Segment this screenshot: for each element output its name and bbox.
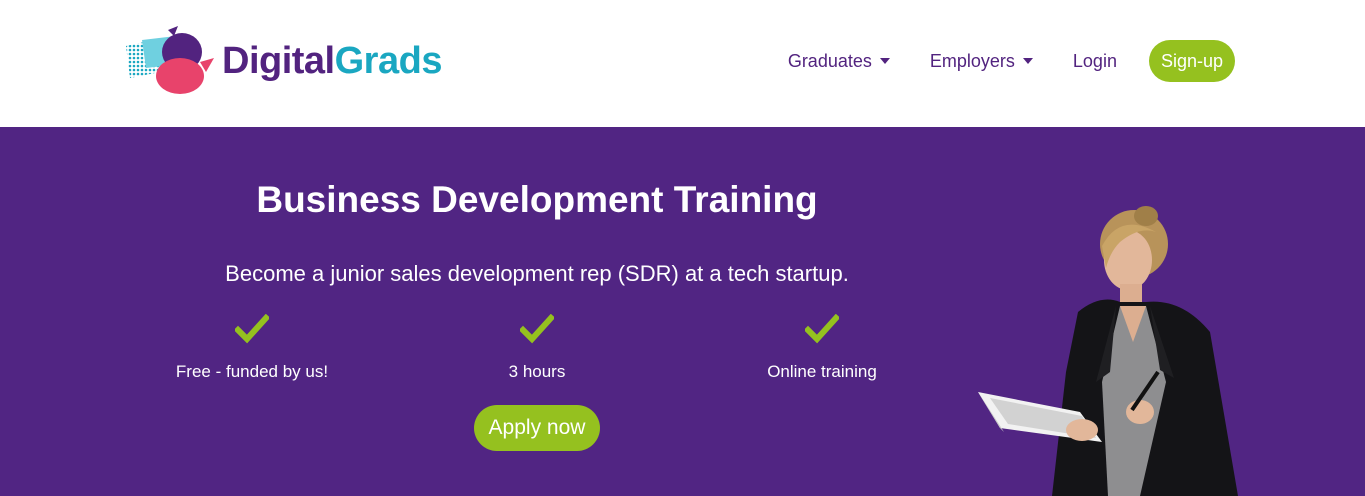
- checkmark-icon: [520, 314, 554, 344]
- site-header: DigitalGrads Graduates Employers Login S…: [0, 0, 1365, 127]
- feature-item: Free - funded by us!: [132, 314, 372, 382]
- brand-logo[interactable]: DigitalGrads: [124, 24, 442, 98]
- nav-graduates-label: Graduates: [787, 50, 872, 71]
- logo-icon: [126, 26, 214, 94]
- hero-subtitle: Become a junior sales development rep (S…: [225, 261, 849, 286]
- woman-with-notebook-photo: [978, 206, 1238, 496]
- hero-title: Business Development Training: [256, 179, 818, 220]
- chevron-down-icon: [1022, 58, 1033, 64]
- main-nav: Graduates Employers Login Sign-up: [748, 40, 1235, 82]
- checkmark-icon: [235, 314, 269, 344]
- checkmark-icon: [805, 314, 839, 344]
- feature-item: 3 hours: [417, 314, 657, 382]
- brand-name-part2: Grads: [334, 39, 443, 82]
- feature-item: Online training: [702, 314, 942, 382]
- feature-label: 3 hours: [508, 362, 566, 381]
- brand-name-part1: Digital: [222, 39, 335, 82]
- signup-button[interactable]: Sign-up: [1148, 40, 1235, 82]
- chevron-down-icon: [879, 58, 890, 64]
- brand-name: DigitalGrads: [222, 40, 442, 83]
- nav-graduates-dropdown[interactable]: Graduates: [788, 51, 890, 72]
- feature-label: Online training: [767, 362, 877, 381]
- nav-employers-dropdown[interactable]: Employers: [930, 51, 1033, 72]
- apply-now-button[interactable]: Apply now: [474, 405, 600, 451]
- feature-label: Free - funded by us!: [175, 362, 329, 381]
- nav-login-link[interactable]: Login: [1073, 51, 1117, 72]
- hero-banner: Business Development Training Become a j…: [0, 127, 1365, 496]
- nav-login-label: Login: [1072, 50, 1117, 71]
- nav-employers-label: Employers: [929, 50, 1015, 71]
